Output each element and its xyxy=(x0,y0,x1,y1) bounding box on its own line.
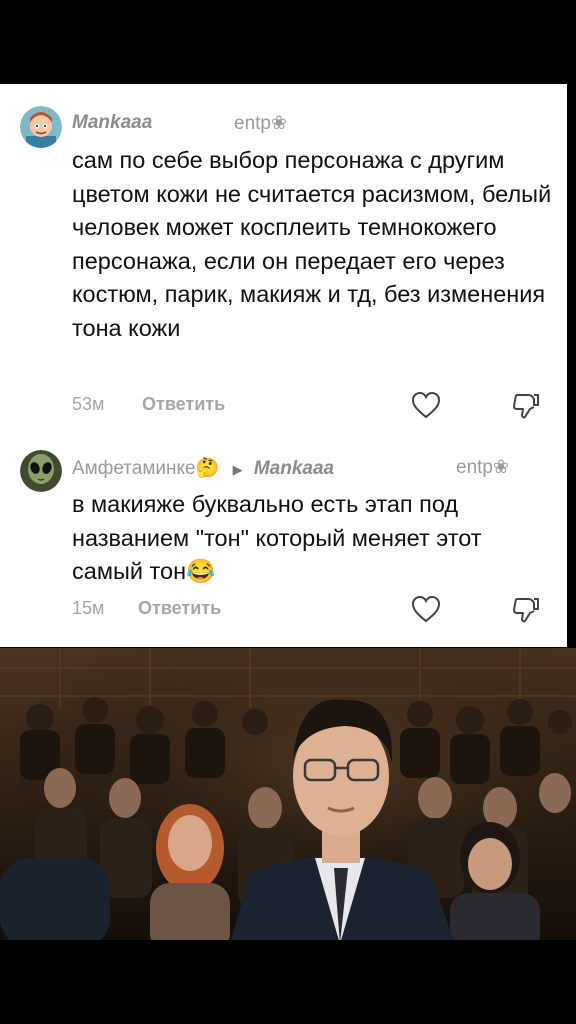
avatar[interactable] xyxy=(20,106,62,148)
comment-meta: Амфетаминке🤔 ▶ Mankaaa entp❀ xyxy=(72,456,552,479)
comment-actions: 53м Ответить xyxy=(72,390,552,420)
thumb-down-outline-icon[interactable] xyxy=(510,594,542,624)
comment-text: сам по себе выбор персонажа с другим цве… xyxy=(72,147,552,341)
comment-card: Mankaaa entp❀ сам по себе выбор персонаж… xyxy=(0,84,567,647)
thumb-down-outline-icon[interactable] xyxy=(510,390,542,420)
alien-avatar-icon xyxy=(20,450,62,492)
heart-outline-icon[interactable] xyxy=(410,594,442,624)
mbti-tag: entp❀ xyxy=(234,113,287,134)
cartoon-character-avatar-icon xyxy=(20,106,62,148)
reply-button[interactable]: Ответить xyxy=(142,394,225,415)
reply-button[interactable]: Ответить xyxy=(138,598,221,619)
author-name[interactable]: Амфетаминке🤔 xyxy=(72,458,219,479)
audience-scene-image xyxy=(0,648,576,944)
comment-actions: 15м Ответить xyxy=(72,594,552,624)
comment-text: в макияже буквально есть этап под назван… xyxy=(72,491,482,584)
mbti-tag: entp❀ xyxy=(456,457,509,478)
lecture-hall-photo xyxy=(0,648,576,944)
avatar[interactable] xyxy=(20,450,62,492)
timestamp: 53м xyxy=(72,394,105,414)
heart-outline-icon[interactable] xyxy=(410,390,442,420)
reply-to-name[interactable]: Mankaaa xyxy=(254,458,334,479)
author-name[interactable]: Mankaaa xyxy=(72,112,152,133)
reply-arrow-icon: ▶ xyxy=(232,462,243,477)
comment-meta: Mankaaa entp❀ xyxy=(72,112,552,134)
timestamp: 15м xyxy=(72,598,105,618)
